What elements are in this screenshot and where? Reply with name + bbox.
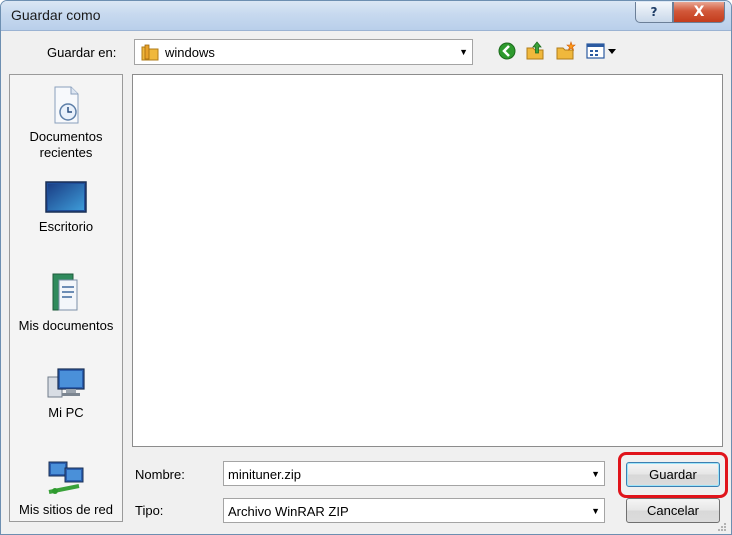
chevron-down-icon[interactable]: ▼	[591, 506, 600, 516]
place-my-documents[interactable]: Mis documentos	[10, 270, 122, 334]
title-bar[interactable]: Guardar como ? X	[1, 1, 731, 31]
views-menu-icon[interactable]	[585, 41, 619, 61]
place-label: recientes	[39, 145, 93, 160]
place-label: Mis sitios de red	[19, 502, 113, 517]
resize-grip-icon[interactable]	[717, 520, 727, 531]
location-label: Guardar en:	[47, 45, 117, 60]
folder-icon	[141, 44, 159, 64]
close-icon: X	[693, 4, 705, 20]
file-list[interactable]	[132, 74, 723, 447]
filename-input[interactable]: minituner.zip ▼	[223, 461, 605, 486]
cancel-button[interactable]: Cancelar	[626, 498, 720, 523]
filetype-dropdown[interactable]: Archivo WinRAR ZIP ▼	[223, 498, 605, 523]
places-bar: Documentos recientes Escritorio Mis docu…	[9, 74, 123, 522]
place-label: Escritorio	[38, 219, 94, 234]
location-dropdown[interactable]: windows ▼	[134, 39, 473, 65]
back-icon[interactable]	[497, 41, 517, 61]
filename-value: minituner.zip	[228, 467, 301, 482]
up-folder-icon[interactable]	[525, 41, 545, 61]
place-desktop[interactable]: Escritorio	[10, 181, 122, 235]
filename-label: Nombre:	[135, 467, 185, 482]
help-button[interactable]: ?	[635, 2, 673, 23]
place-label: Documentos	[29, 129, 103, 144]
location-value: windows	[165, 45, 215, 60]
network-icon	[45, 460, 87, 498]
new-folder-icon[interactable]	[556, 41, 576, 61]
place-label: Mis documentos	[18, 318, 114, 333]
chevron-down-icon: ▼	[459, 47, 468, 57]
place-label: Mi PC	[48, 405, 84, 420]
highlight-box	[618, 452, 728, 498]
place-my-computer[interactable]: Mi PC	[10, 367, 122, 421]
place-network[interactable]: Mis sitios de red	[10, 460, 122, 518]
desktop-icon	[45, 181, 87, 215]
place-recent-documents[interactable]: Documentos recientes	[10, 85, 122, 161]
recent-documents-icon	[49, 85, 83, 125]
window-title: Guardar como	[11, 7, 101, 23]
close-button[interactable]: X	[673, 2, 725, 23]
my-documents-icon	[49, 270, 83, 314]
filetype-value: Archivo WinRAR ZIP	[228, 504, 349, 519]
filetype-label: Tipo:	[135, 503, 164, 518]
save-as-dialog: Guardar como ? X Guardar en: windows ▼ D…	[0, 0, 732, 535]
computer-icon	[46, 367, 86, 401]
chevron-down-icon[interactable]: ▼	[591, 469, 600, 479]
help-icon: ?	[650, 5, 658, 19]
